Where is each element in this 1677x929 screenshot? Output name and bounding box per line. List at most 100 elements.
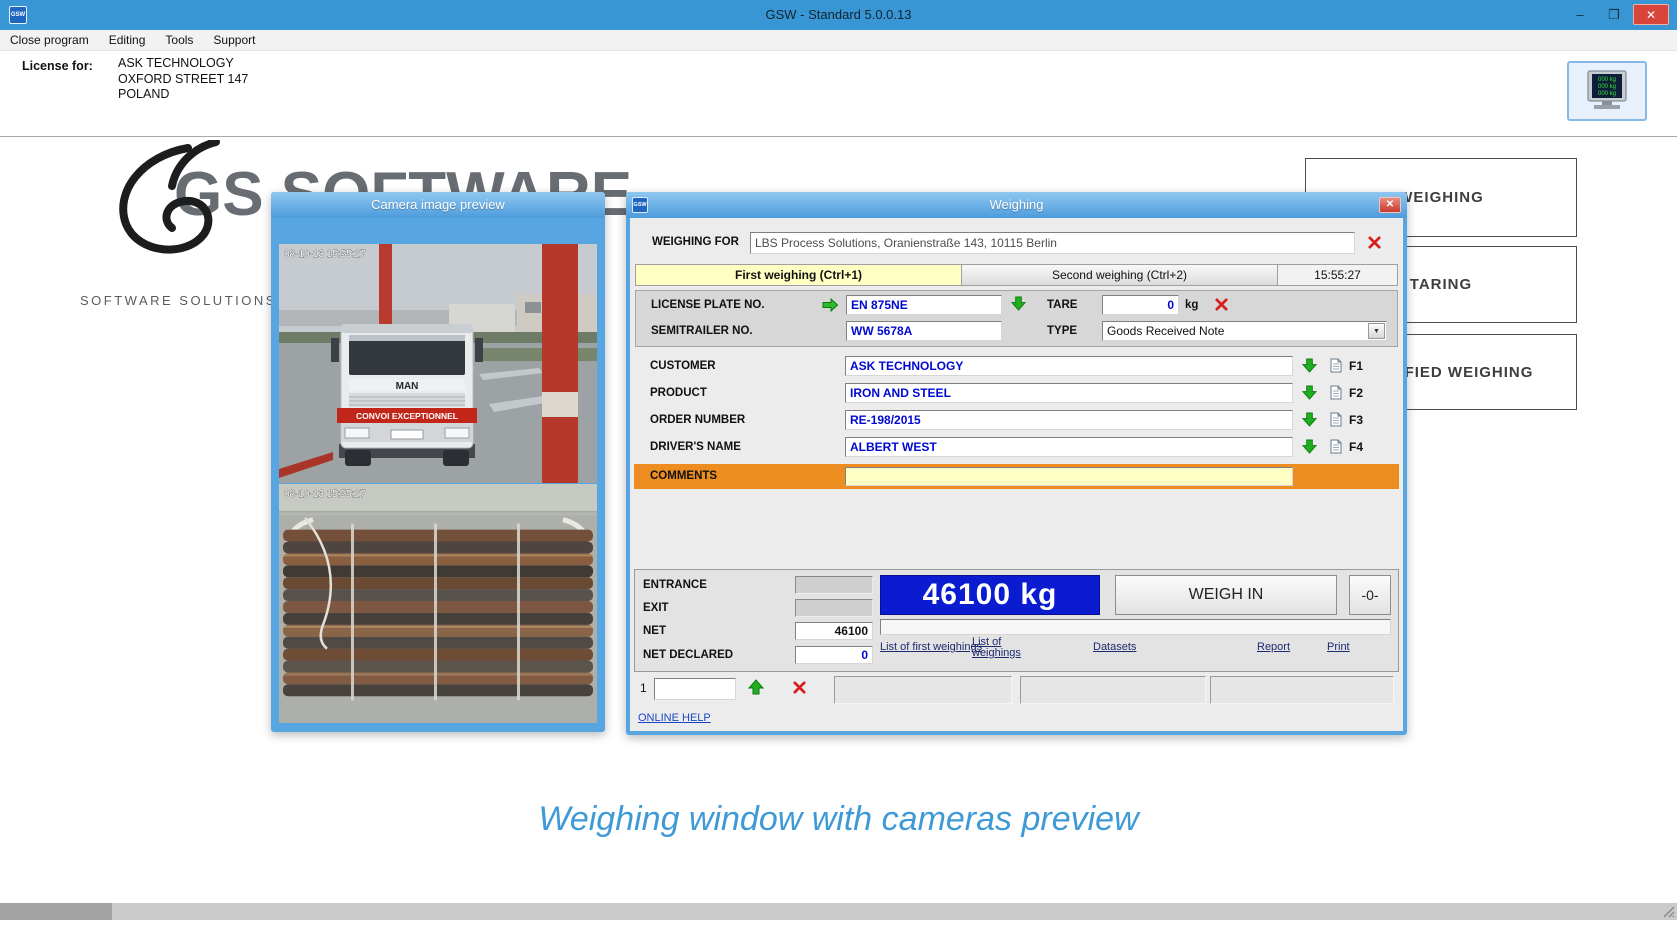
order-number-fkey-label: F3 <box>1349 413 1363 427</box>
tab-first-weighing-label: First weighing (Ctrl+1) <box>735 268 862 282</box>
order-number-document-icon[interactable] <box>1330 412 1342 427</box>
type-select-value: Goods Received Note <box>1107 324 1224 338</box>
driver-name-input[interactable]: ALBERT WEST <box>845 437 1293 457</box>
weighing-window-titlebar[interactable]: GSW Weighing ✕ <box>626 192 1407 218</box>
weighing-for-label: WEIGHING FOR <box>652 236 739 248</box>
semitrailer-label: SEMITRAILER NO. <box>651 325 753 337</box>
report-link[interactable]: Report <box>1257 641 1290 653</box>
bottom-slot-2 <box>1020 676 1206 704</box>
truck-brand-text: MAN <box>396 381 419 392</box>
camera-preview-window: Camera image preview MAN <box>271 192 605 732</box>
resize-grip-icon[interactable] <box>1661 904 1676 919</box>
semitrailer-input[interactable]: WW 5678A <box>846 321 1002 341</box>
row-index-label: 1 <box>640 681 647 695</box>
order-number-lookup-icon[interactable] <box>1302 412 1317 427</box>
weighing-for-clear-icon[interactable] <box>1367 235 1382 250</box>
screenshot-caption: Weighing window with cameras preview <box>0 800 1677 839</box>
weighing-window-body: WEIGHING FOR LBS Process Solutions, Oran… <box>630 218 1403 731</box>
camera-feed-front: MAN CONVOI EXCEPTIONNEL 08-10-13 15:55:2… <box>279 244 597 483</box>
exit-value-box <box>795 599 873 617</box>
customer-lookup-icon[interactable] <box>1302 358 1317 373</box>
menu-tools[interactable]: Tools <box>155 31 203 49</box>
horizontal-scrollbar[interactable] <box>0 903 1677 920</box>
nav-taring-label: TARING <box>1410 276 1472 293</box>
row-index-input[interactable] <box>654 678 736 700</box>
entrance-label: ENTRANCE <box>643 579 707 591</box>
minimize-button[interactable]: – <box>1565 4 1595 25</box>
license-label: License for: <box>22 59 93 73</box>
nav-weighing-label: WEIGHING <box>1398 189 1484 206</box>
tab-first-weighing[interactable]: First weighing (Ctrl+1) <box>635 264 962 286</box>
license-plate-lookup-icon[interactable] <box>1011 296 1026 311</box>
license-line-3: POLAND <box>118 87 248 103</box>
product-document-icon[interactable] <box>1330 385 1342 400</box>
svg-text:000 kg: 000 kg <box>1598 91 1616 97</box>
license-panel: License for: ASK TECHNOLOGY OXFORD STREE… <box>0 51 1677 137</box>
confirm-up-arrow-icon[interactable] <box>748 679 764 695</box>
tab-second-weighing[interactable]: Second weighing (Ctrl+2) <box>961 264 1278 286</box>
online-help-link[interactable]: ONLINE HELP <box>638 712 711 724</box>
net-value-box: 46100 <box>795 622 873 640</box>
camera-window-titlebar[interactable]: Camera image preview <box>271 192 605 218</box>
driver-name-lookup-icon[interactable] <box>1302 439 1317 454</box>
product-input[interactable]: IRON AND STEEL <box>845 383 1293 403</box>
type-select[interactable]: Goods Received Note ▼ <box>1102 321 1387 341</box>
maximize-button[interactable]: ❐ <box>1599 4 1629 25</box>
camera-window-title: Camera image preview <box>371 197 505 212</box>
cancel-x-icon[interactable] <box>792 680 807 695</box>
current-time: 15:55:27 <box>1277 264 1398 286</box>
license-plate-input[interactable]: EN 875NE <box>846 295 1002 315</box>
product-lookup-icon[interactable] <box>1302 385 1317 400</box>
weighing-window-title: Weighing <box>990 197 1044 212</box>
weigh-in-button[interactable]: WEIGH IN <box>1115 575 1337 615</box>
print-link[interactable]: Print <box>1327 641 1350 653</box>
customer-document-icon[interactable] <box>1330 358 1342 373</box>
weighing-window-close-button[interactable]: ✕ <box>1379 197 1401 213</box>
bottom-slot-3 <box>1210 676 1394 704</box>
tare-input[interactable]: 0 <box>1102 295 1179 315</box>
tare-label: TARE <box>1047 299 1077 311</box>
list-first-weighings-link[interactable]: List of first weighings <box>880 641 982 653</box>
product-fkey-label: F2 <box>1349 386 1363 400</box>
datasets-link[interactable]: Datasets <box>1093 641 1136 653</box>
net-declared-label: NET DECLARED <box>643 649 733 661</box>
net-declared-input[interactable]: 0 <box>795 646 873 664</box>
order-number-input[interactable]: RE-198/2015 <box>845 410 1293 430</box>
vehicle-panel: LICENSE PLATE NO. EN 875NE TARE 0 kg SEM… <box>635 290 1398 347</box>
entrance-value-box <box>795 576 873 594</box>
camera-feed-load: 08-10-13 15:55:27 <box>279 484 597 723</box>
tare-clear-icon[interactable] <box>1214 297 1229 312</box>
scrollbar-thumb[interactable] <box>0 903 112 920</box>
comments-label: COMMENTS <box>650 470 717 482</box>
weighing-window-icon: GSW <box>632 197 648 213</box>
weighing-window: GSW Weighing ✕ WEIGHING FOR LBS Process … <box>626 192 1407 735</box>
menu-close-program[interactable]: Close program <box>0 31 99 49</box>
logo-tagline: SOFTWARE SOLUTIONS F <box>80 293 293 308</box>
tab-second-weighing-label: Second weighing (Ctrl+2) <box>1052 268 1187 282</box>
net-label: NET <box>643 625 666 637</box>
camera-timestamp-bottom: 08-10-13 15:55:27 <box>284 489 366 500</box>
green-right-arrow-icon[interactable] <box>822 298 838 312</box>
zero-button[interactable]: -0- <box>1349 575 1391 615</box>
svg-text:000 kg: 000 kg <box>1598 84 1616 90</box>
menu-support[interactable]: Support <box>203 31 265 49</box>
list-weighings-link[interactable]: List of weighings <box>972 637 1028 659</box>
weighing-for-input[interactable]: LBS Process Solutions, Oranienstraße 143… <box>750 232 1355 254</box>
driver-name-document-icon[interactable] <box>1330 439 1342 454</box>
customer-fkey-label: F1 <box>1349 359 1363 373</box>
menu-editing[interactable]: Editing <box>99 31 156 49</box>
truck-banner-text: CONVOI EXCEPTIONNEL <box>356 411 458 421</box>
customer-label: CUSTOMER <box>650 360 716 372</box>
app-titlebar: GSW GSW - Standard 5.0.0.13 – ❐ ✕ <box>0 0 1677 30</box>
scale-indicator-button[interactable]: 000 kg 000 kg 000 kg <box>1567 61 1647 121</box>
exit-label: EXIT <box>643 602 669 614</box>
window-title: GSW - Standard 5.0.0.13 <box>0 0 1677 30</box>
driver-name-label: DRIVER'S NAME <box>650 441 741 453</box>
license-line-2: OXFORD STREET 147 <box>118 72 248 88</box>
customer-input[interactable]: ASK TECHNOLOGY <box>845 356 1293 376</box>
chevron-down-icon[interactable]: ▼ <box>1368 323 1385 339</box>
close-button[interactable]: ✕ <box>1633 4 1669 25</box>
status-field <box>880 619 1391 635</box>
bottom-slot-1 <box>834 676 1012 704</box>
comments-input[interactable] <box>845 467 1293 486</box>
